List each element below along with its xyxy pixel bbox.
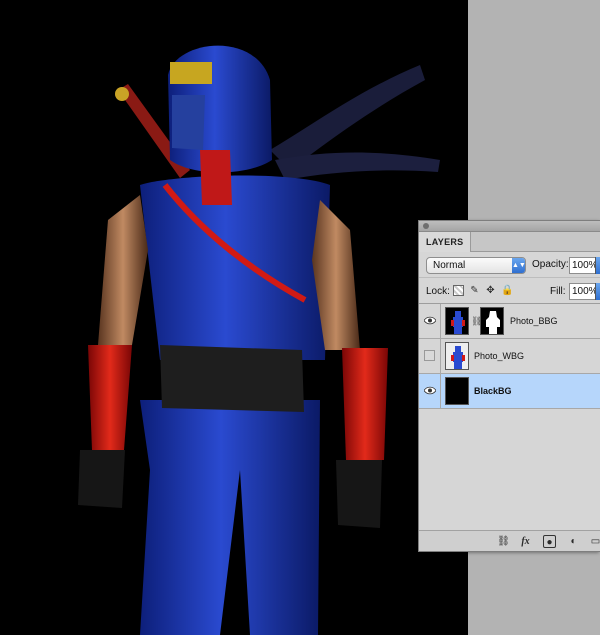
layer-thumbnail[interactable] (445, 377, 469, 405)
opacity-dropdown-icon[interactable] (595, 257, 600, 274)
lock-row: Lock: ✎ ✥ 🔒 Fill: 100% (419, 278, 600, 304)
opacity-label: Opacity: (532, 259, 569, 270)
tab-layers[interactable]: LAYERS (419, 232, 472, 252)
link-icon[interactable]: ⛓ (471, 314, 482, 328)
layers-list-empty-area (419, 409, 600, 535)
eye-icon (424, 386, 436, 395)
visibility-off-icon (424, 350, 435, 361)
layer-row[interactable]: ⛓ Photo_BBG (419, 304, 600, 339)
layer-row[interactable]: BlackBG (419, 374, 600, 409)
visibility-toggle[interactable] (419, 304, 441, 338)
lock-all-icon[interactable]: 🔒 (501, 285, 513, 296)
layer-name[interactable]: BlackBG (474, 386, 512, 396)
add-mask-icon[interactable]: ● (543, 535, 556, 548)
adjustment-layer-icon[interactable]: ◐ (567, 535, 580, 548)
layer-thumbnail[interactable] (445, 307, 469, 335)
visibility-toggle[interactable] (419, 339, 441, 373)
panel-titlebar[interactable] (419, 221, 600, 232)
fill-dropdown-icon[interactable] (595, 283, 600, 300)
layer-thumbnail[interactable] (445, 342, 469, 370)
panel-footer: ⛓ fx ● ◐ ▭ (419, 530, 600, 551)
link-layers-icon[interactable]: ⛓ (497, 535, 510, 548)
mask-thumbnail[interactable] (480, 307, 504, 335)
lock-transparent-icon[interactable] (453, 285, 464, 296)
ninja-figure-image (0, 0, 468, 635)
lock-brush-icon[interactable]: ✎ (469, 285, 480, 296)
fill-label: Fill: (550, 286, 566, 297)
new-group-icon[interactable]: ▭ (589, 535, 600, 548)
lock-label: Lock: (426, 286, 450, 297)
ninja-photo-canvas[interactable] (0, 0, 468, 635)
panel-tabs: LAYERS (419, 232, 600, 252)
blend-row: Normal ▲▼ Opacity: 100% (419, 252, 600, 278)
fx-icon[interactable]: fx (519, 535, 532, 548)
blend-mode-value: Normal (433, 260, 466, 271)
eye-icon (424, 316, 436, 325)
layer-row[interactable]: Photo_WBG (419, 339, 600, 374)
visibility-toggle[interactable] (419, 374, 441, 408)
layer-name[interactable]: Photo_BBG (510, 316, 558, 326)
blend-mode-select[interactable]: Normal ▲▼ (426, 257, 526, 274)
layer-name[interactable]: Photo_WBG (474, 351, 524, 361)
close-icon[interactable] (423, 223, 429, 229)
chevron-updown-icon: ▲▼ (512, 258, 526, 273)
layers-panel: LAYERS Normal ▲▼ Opacity: 100% Lock: ✎ ✥… (418, 220, 600, 552)
lock-move-icon[interactable]: ✥ (485, 285, 496, 296)
